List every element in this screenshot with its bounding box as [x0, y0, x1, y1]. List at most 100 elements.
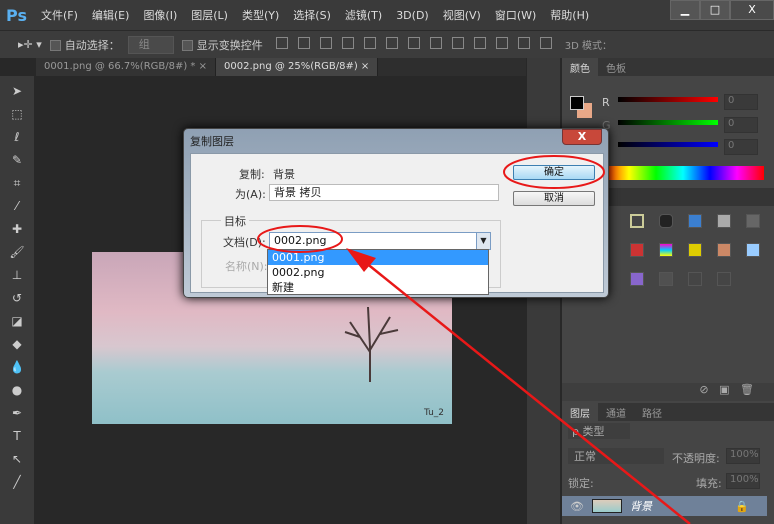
type-tool-icon[interactable]: T — [9, 429, 25, 443]
crop-tool-icon[interactable]: ⌗ — [9, 176, 25, 190]
close-icon[interactable]: × — [361, 61, 369, 72]
auto-select-label: 自动选择： — [64, 38, 120, 52]
blend-mode-select[interactable]: 正常 — [568, 448, 664, 464]
r-slider[interactable] — [618, 97, 718, 102]
minimize-button[interactable]: ▁ — [670, 0, 700, 20]
style-swatch[interactable] — [680, 264, 709, 293]
tab-paths[interactable]: 路径 — [634, 403, 670, 421]
menu-window[interactable]: 窗口(W) — [495, 7, 536, 23]
as-input[interactable]: 背景 拷贝 — [269, 184, 499, 201]
style-swatch[interactable] — [622, 206, 651, 235]
option-0002[interactable]: 0002.png — [268, 265, 488, 280]
b-value[interactable]: 0 — [724, 139, 758, 155]
tab-color[interactable]: 颜色 — [562, 58, 598, 76]
tab-label: 0002.png @ 25%(RGB/8#) — [224, 61, 358, 72]
clear-style-icon[interactable]: ⊘ — [699, 383, 708, 396]
menu-file[interactable]: 文件(F) — [41, 7, 78, 23]
eyedropper-icon[interactable]: ⁄ — [9, 199, 25, 213]
menu-image[interactable]: 图像(I) — [143, 7, 177, 23]
color-panel-tabs: 颜色 色板 — [562, 58, 774, 76]
document-dropdown-list: 0001.png 0002.png 新建 — [267, 249, 489, 295]
style-swatch[interactable] — [651, 264, 680, 293]
layer-name[interactable]: 背景 — [630, 498, 652, 514]
menu-layer[interactable]: 图层(L) — [191, 7, 228, 23]
3d-mode-label: 3D 模式： — [564, 41, 613, 52]
move-tool-icon[interactable]: ▸✛ ▾ — [18, 38, 42, 51]
chevron-down-icon[interactable]: ▼ — [476, 233, 490, 249]
menu-type[interactable]: 类型(Y) — [242, 7, 279, 23]
g-value[interactable]: 0 — [724, 117, 758, 133]
tab-swatches[interactable]: 色板 — [598, 58, 634, 76]
align-icons[interactable] — [271, 37, 557, 52]
style-swatch[interactable] — [709, 206, 738, 235]
menu-select[interactable]: 选择(S) — [293, 7, 331, 23]
menu-3d[interactable]: 3D(D) — [396, 9, 429, 22]
marquee-tool-icon[interactable]: ⬚ — [9, 107, 25, 121]
cancel-button[interactable]: 取消 — [513, 191, 595, 206]
group-select[interactable]: 组 — [127, 35, 174, 54]
style-swatch[interactable] — [738, 235, 767, 264]
style-swatch[interactable] — [622, 264, 651, 293]
lock-label: 锁定: — [568, 477, 594, 490]
tab-layers[interactable]: 图层 — [562, 403, 598, 421]
style-swatch[interactable] — [622, 235, 651, 264]
g-slider[interactable] — [618, 120, 718, 125]
auto-select-checkbox[interactable]: 自动选择： — [49, 37, 120, 53]
menu-edit[interactable]: 编辑(E) — [92, 7, 130, 23]
tab-channels[interactable]: 通道 — [598, 403, 634, 421]
tools-panel: ➤ ⬚ ℓ ✎ ⌗ ⁄ ✚ 🖌 ⊥ ↺ ◪ ◆ 💧 ● ✒ T ↖ ╱ — [0, 76, 34, 524]
history-brush-icon[interactable]: ↺ — [9, 291, 25, 305]
delete-icon[interactable]: 🗑 — [740, 383, 754, 396]
as-label: 为(A): — [235, 188, 266, 201]
brush-tool-icon[interactable]: 🖌 — [9, 245, 25, 259]
r-label: R — [602, 96, 610, 109]
stamp-tool-icon[interactable]: ⊥ — [9, 268, 25, 282]
healing-brush-icon[interactable]: ✚ — [9, 222, 25, 236]
opacity-input[interactable]: 100% — [726, 448, 760, 464]
close-icon[interactable]: × — [199, 61, 207, 72]
style-swatch[interactable] — [680, 206, 709, 235]
style-swatch[interactable] — [738, 206, 767, 235]
lasso-tool-icon[interactable]: ℓ — [9, 130, 25, 144]
r-value[interactable]: 0 — [724, 94, 758, 110]
style-swatch[interactable] — [651, 206, 680, 235]
new-style-icon[interactable]: ▣ — [719, 383, 729, 396]
paint-bucket-icon[interactable]: ◆ — [9, 337, 25, 351]
dodge-tool-icon[interactable]: ● — [9, 383, 25, 397]
document-label: 文档(D): — [223, 236, 266, 249]
styles-grid — [622, 206, 774, 293]
close-button[interactable]: X — [730, 0, 774, 20]
eraser-icon[interactable]: ◪ — [9, 314, 25, 328]
menu-help[interactable]: 帮助(H) — [550, 7, 589, 23]
pen-tool-icon[interactable]: ✒ — [9, 406, 25, 420]
blur-tool-icon[interactable]: 💧 — [9, 360, 25, 374]
quick-select-icon[interactable]: ✎ — [9, 153, 25, 167]
dialog-close-button[interactable]: X — [562, 129, 602, 145]
option-0001[interactable]: 0001.png — [268, 250, 488, 265]
menu-filter[interactable]: 滤镜(T) — [345, 7, 382, 23]
move-tool-icon[interactable]: ➤ — [9, 84, 25, 98]
tab-0002[interactable]: 0002.png @ 25%(RGB/8#) × — [216, 58, 379, 76]
line-tool-icon[interactable]: ╱ — [9, 475, 25, 489]
style-swatch[interactable] — [709, 235, 738, 264]
layer-filter-select[interactable]: ρ 类型 — [568, 423, 630, 439]
layer-row[interactable]: 👁 背景 🔒 — [562, 496, 767, 516]
document-select[interactable]: 0002.png ▼ — [269, 232, 491, 250]
fill-input[interactable]: 100% — [726, 473, 760, 489]
b-slider[interactable] — [618, 142, 718, 147]
lock-icon: 🔒 — [735, 499, 749, 513]
fill-label: 填充: — [696, 477, 722, 490]
show-transform-checkbox[interactable]: 显示变换控件 — [181, 37, 263, 53]
style-swatch[interactable] — [709, 264, 738, 293]
style-swatch[interactable] — [651, 235, 680, 264]
option-new[interactable]: 新建 — [268, 280, 488, 295]
eye-icon[interactable]: 👁 — [570, 500, 584, 513]
tab-0001[interactable]: 0001.png @ 66.7%(RGB/8#) * × — [36, 58, 217, 76]
path-select-icon[interactable]: ↖ — [9, 452, 25, 466]
foreground-color[interactable] — [570, 96, 584, 110]
style-swatch[interactable] — [680, 235, 709, 264]
menu-view[interactable]: 视图(V) — [443, 7, 481, 23]
color-spectrum[interactable] — [602, 166, 764, 180]
ok-button[interactable]: 确定 — [513, 165, 595, 180]
maximize-button[interactable]: □ — [700, 0, 730, 20]
